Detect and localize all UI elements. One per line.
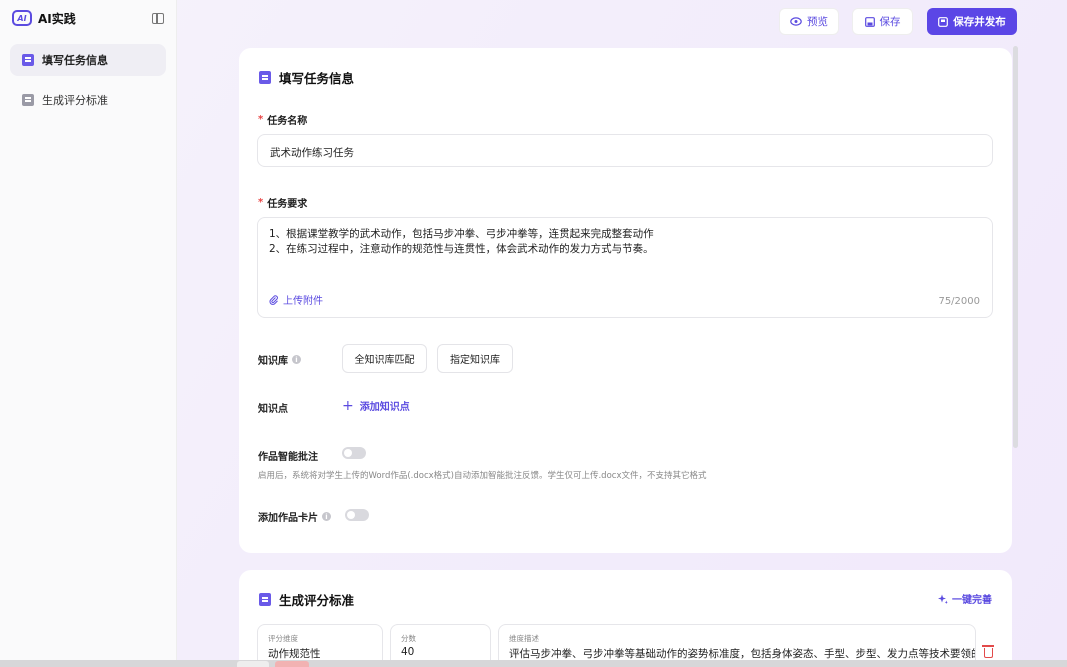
delete-row-icon[interactable]: [982, 645, 994, 658]
taskbar-item[interactable]: [275, 661, 309, 667]
work-card-toggle[interactable]: [345, 509, 369, 521]
score-label: 分数: [401, 634, 416, 643]
preview-button[interactable]: 预览: [779, 8, 839, 35]
paperclip-icon: [269, 294, 278, 305]
taskbar-item[interactable]: [237, 661, 269, 667]
description-value: 评估马步冲拳、弓步冲拳等基础动作的姿势标准度，包括身体姿态、手型、步型、发力点等…: [509, 648, 976, 660]
sparkle-icon: [938, 594, 948, 604]
save-icon: [864, 16, 875, 27]
required-mark: *: [258, 197, 264, 208]
app-title: AI实践: [38, 11, 76, 26]
save-publish-button[interactable]: 保存并发布: [927, 8, 1017, 35]
add-knowledge-point-label: 添加知识点: [359, 402, 410, 413]
one-click-complete-label: 一键完善: [952, 595, 992, 606]
knowledge-base-label-text: 知识库: [258, 356, 288, 367]
knowledge-point-label-text: 知识点: [258, 404, 288, 415]
task-requirement-label: * 任务要求: [258, 195, 307, 210]
document-icon: [22, 54, 34, 66]
requirement-text: 1、根据课堂教学的武术动作，包括马步冲拳、弓步冲拳等，连贯起来完成整套动作 2、…: [269, 227, 654, 257]
rubric-heading: 生成评分标准: [259, 590, 354, 609]
knowledge-base-label: 知识库 i: [258, 352, 301, 367]
logo-row: AI AI实践: [0, 0, 176, 36]
info-icon[interactable]: i: [322, 512, 331, 521]
requirement-line: 1、根据课堂教学的武术动作，包括马步冲拳、弓步冲拳等，连贯起来完成整套动作: [269, 228, 654, 240]
task-info-heading: 填写任务信息: [259, 68, 354, 87]
one-click-complete-button[interactable]: 一键完善: [938, 591, 992, 606]
dimension-value: 动作规范性: [268, 648, 321, 660]
score-value: 40: [401, 646, 415, 658]
preview-label: 预览: [807, 16, 828, 28]
task-name-value: 武术动作练习任务: [270, 147, 354, 159]
task-name-label-text: 任务名称: [267, 116, 308, 127]
save-button[interactable]: 保存: [852, 8, 913, 35]
task-name-label: * 任务名称: [258, 112, 307, 127]
document-icon: [259, 71, 271, 84]
upload-attachment-link[interactable]: 上传附件: [269, 292, 323, 307]
taskbar: [0, 660, 1067, 667]
kb-all-match-label: 全知识库匹配: [354, 355, 415, 366]
eye-icon: [790, 17, 802, 26]
save-publish-label: 保存并发布: [953, 16, 1006, 28]
dimension-label: 评分维度: [268, 634, 298, 643]
task-requirement-textarea[interactable]: 1、根据课堂教学的武术动作，包括马步冲拳、弓步冲拳等，连贯起来完成整套动作 2、…: [257, 217, 993, 318]
ai-logo-icon: AI: [12, 10, 32, 26]
save-label: 保存: [879, 16, 901, 28]
sidebar-item-task-info[interactable]: 填写任务信息: [10, 44, 166, 76]
rubric-card: 生成评分标准 一键完善 评分维度 动作规范性 分数 40 维度描述 评估马步冲拳…: [239, 570, 1012, 667]
smart-annotation-label-text: 作品智能批注: [258, 452, 318, 463]
knowledge-point-label: 知识点: [258, 400, 288, 415]
task-info-title: 填写任务信息: [279, 71, 355, 86]
rubric-icon: [259, 593, 271, 606]
rubric-icon: [22, 94, 34, 106]
smart-annotation-toggle[interactable]: [342, 447, 366, 459]
work-card-label-text: 添加作品卡片: [258, 513, 318, 524]
char-counter: 75/2000: [938, 296, 980, 307]
kb-specified-label: 指定知识库: [450, 355, 500, 366]
kb-all-match-button[interactable]: 全知识库匹配: [342, 344, 427, 373]
smart-annotation-label: 作品智能批注: [258, 448, 318, 463]
task-requirement-label-text: 任务要求: [267, 199, 308, 210]
sidebar-item-label: 生成评分标准: [42, 94, 108, 107]
publish-icon: [938, 16, 949, 27]
sidebar-item-rubric[interactable]: 生成评分标准: [10, 84, 166, 116]
sidebar-collapse-icon[interactable]: [152, 12, 164, 24]
plus-icon: +: [342, 397, 354, 414]
info-icon[interactable]: i: [292, 355, 301, 364]
requirement-line: 2、在练习过程中，注意动作的规范性与连贯性，体会武术动作的发力方式与节奏。: [269, 243, 654, 255]
smart-annotation-hint: 启用后，系统将对学生上传的Word作品(.docx格式)自动添加智能批注反馈。学…: [258, 471, 707, 481]
kb-specified-button[interactable]: 指定知识库: [437, 344, 513, 373]
work-card-label: 添加作品卡片 i: [258, 509, 331, 524]
scrollbar[interactable]: [1013, 46, 1018, 448]
rubric-title: 生成评分标准: [279, 593, 355, 608]
add-knowledge-point-button[interactable]: + 添加知识点: [342, 397, 410, 414]
sidebar: AI AI实践 填写任务信息 生成评分标准: [0, 0, 177, 667]
task-name-input[interactable]: 武术动作练习任务: [257, 134, 993, 167]
sidebar-item-label: 填写任务信息: [42, 54, 108, 67]
required-mark: *: [258, 114, 264, 125]
description-label: 维度描述: [509, 634, 539, 643]
upload-attachment-label: 上传附件: [283, 296, 323, 307]
task-info-card: 填写任务信息 * 任务名称 武术动作练习任务 * 任务要求 1、根据课堂教学的武…: [239, 48, 1012, 553]
